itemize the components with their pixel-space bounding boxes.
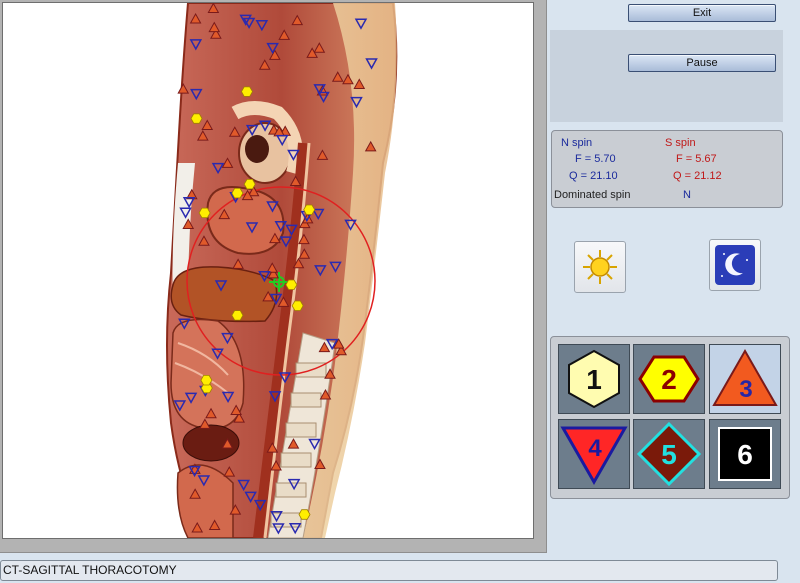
exit-button[interactable]: Exit [628, 4, 776, 22]
hexagon-marker [285, 279, 298, 290]
hexagon-marker [231, 310, 244, 321]
n-spin-q: Q = 21.10 [569, 170, 618, 182]
pause-button[interactable]: Pause [628, 54, 776, 72]
hexagon-marker [200, 374, 213, 386]
s-spin-label: S spin [665, 137, 696, 149]
hexagon-marker [303, 204, 316, 215]
marker-6-label: 6 [737, 439, 753, 470]
marker-2-button[interactable]: 2 [633, 344, 705, 414]
marker-3-label: 3 [739, 376, 752, 403]
hexagon-marker [198, 207, 211, 219]
anatomy-viewer[interactable] [2, 2, 534, 539]
dominated-spin-value: N [683, 189, 691, 201]
square-6-icon: 6 [718, 427, 772, 481]
pause-panel [550, 30, 783, 122]
moon-icon [715, 245, 755, 285]
marker-1-button[interactable]: 1 [558, 344, 630, 414]
status-text: CT-SAGITTAL THORACOTOMY [3, 563, 177, 577]
marker-4-button[interactable]: 4 [558, 419, 630, 489]
triangle-3-icon: 3 [712, 348, 778, 406]
status-bar: CT-SAGITTAL THORACOTOMY [0, 560, 778, 581]
sun-icon [583, 250, 617, 284]
n-spin-label: N spin [561, 137, 593, 149]
marker-6-button[interactable]: 6 [709, 419, 781, 489]
s-spin-f: F = 5.67 [676, 153, 717, 165]
diamond-5-icon: 5 [636, 421, 702, 487]
night-mode-button[interactable] [709, 239, 761, 291]
marker-1-label: 1 [586, 364, 602, 395]
marker-5-label: 5 [661, 439, 677, 470]
n-spin-f: F = 5.70 [575, 153, 616, 165]
marker-4-label: 4 [588, 435, 602, 462]
marker-5-button[interactable]: 5 [633, 419, 705, 489]
hexagon-marker [231, 187, 244, 199]
marker-2-label: 2 [661, 364, 677, 395]
hexagon-marker [190, 113, 203, 124]
hexagon-marker [241, 86, 253, 97]
hexagon-2-icon: 2 [638, 355, 700, 403]
hexagon-marker [298, 509, 311, 520]
marker-3-button[interactable]: 3 [709, 344, 781, 414]
marker-selector: 1 2 3 4 5 6 [550, 336, 790, 499]
day-mode-button[interactable] [574, 241, 626, 293]
viewer-frame [0, 0, 547, 553]
control-panel: Exit Pause N spin F = 5.70 Q = 21.10 S s… [546, 0, 800, 552]
inverted-triangle-4-icon: 4 [560, 426, 628, 486]
hexagon-1-icon: 1 [568, 349, 620, 409]
anatomy-image [166, 3, 398, 538]
s-spin-q: Q = 21.12 [673, 170, 722, 182]
hexagon-marker [243, 178, 256, 190]
spin-readout: N spin F = 5.70 Q = 21.10 S spin F = 5.6… [551, 130, 783, 208]
hexagon-marker [291, 300, 304, 311]
dominated-spin-label: Dominated spin [554, 189, 631, 201]
